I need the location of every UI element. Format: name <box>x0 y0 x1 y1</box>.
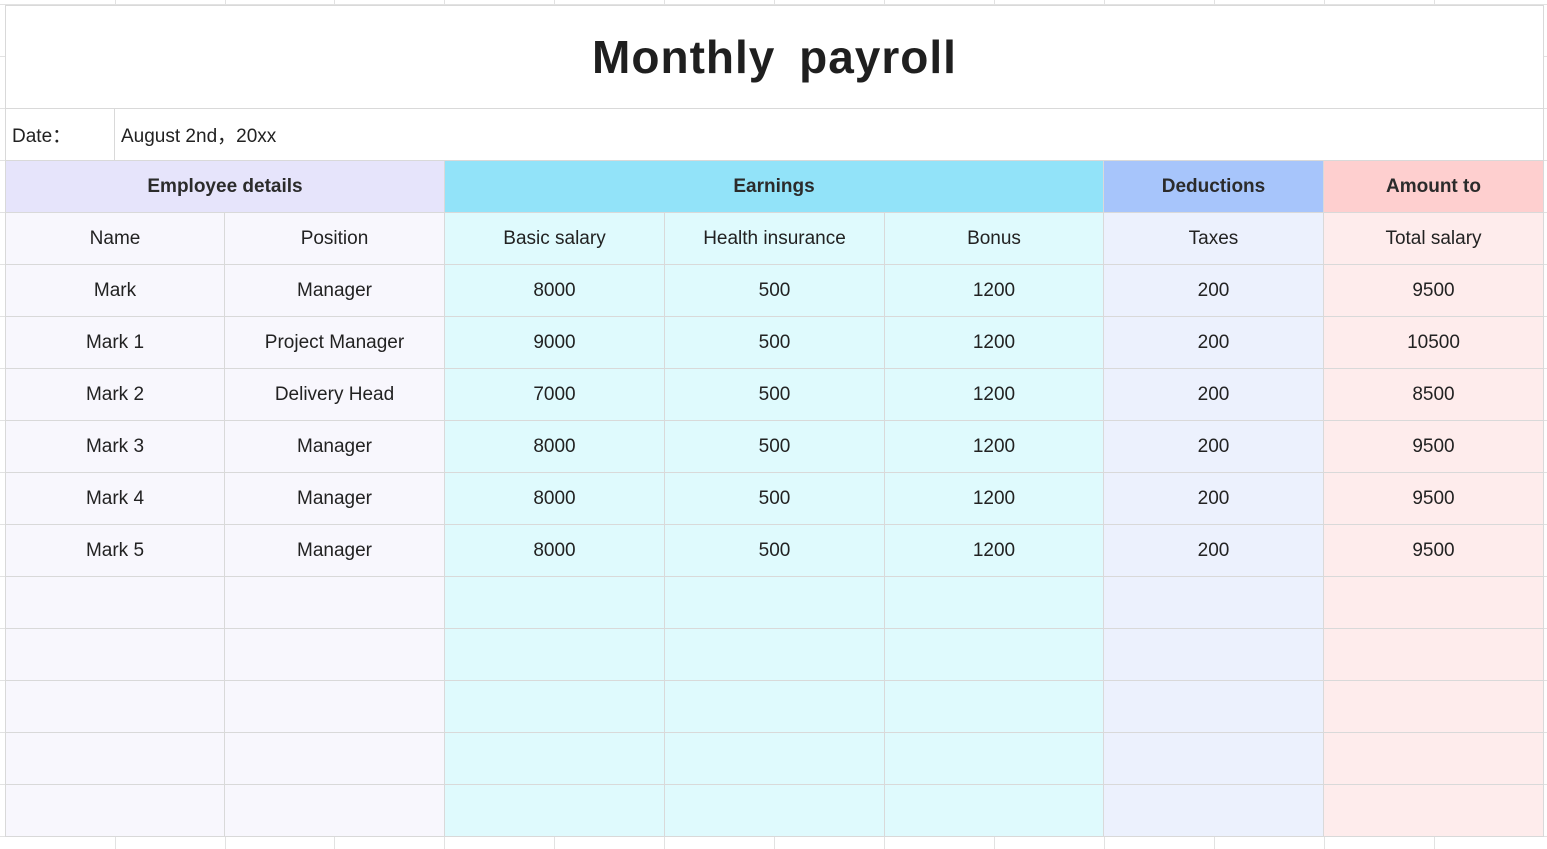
cell-taxes[interactable] <box>1104 785 1324 837</box>
cell-health-insurance[interactable]: 500 <box>665 317 885 369</box>
cell-position[interactable]: Manager <box>225 421 445 473</box>
cell-position[interactable]: Project Manager <box>225 317 445 369</box>
cell-name[interactable]: Mark <box>5 265 225 317</box>
sheet-title[interactable]: Monthly payroll <box>5 5 1544 109</box>
cell-position[interactable] <box>225 733 445 785</box>
cell-bonus[interactable]: 1200 <box>885 473 1104 525</box>
cell-name[interactable]: Mark 1 <box>5 317 225 369</box>
cell-health-insurance[interactable]: 500 <box>665 369 885 421</box>
cell-position[interactable] <box>225 785 445 837</box>
group-header-employee-details[interactable]: Employee details <box>5 161 445 213</box>
cell-name[interactable] <box>5 577 225 629</box>
cell-basic-salary[interactable]: 8000 <box>445 421 665 473</box>
group-header-amount-to[interactable]: Amount to <box>1324 161 1544 213</box>
column-header-name[interactable]: Name <box>5 213 225 265</box>
cell-name[interactable] <box>5 681 225 733</box>
cell-bonus[interactable]: 1200 <box>885 525 1104 577</box>
cell-health-insurance[interactable] <box>665 733 885 785</box>
column-header-health-insurance[interactable]: Health insurance <box>665 213 885 265</box>
cell-total-salary[interactable] <box>1324 785 1544 837</box>
cell-name[interactable]: Mark 2 <box>5 369 225 421</box>
cell-total-salary[interactable]: 9500 <box>1324 265 1544 317</box>
cell-basic-salary[interactable]: 8000 <box>445 525 665 577</box>
cell-position[interactable]: Manager <box>225 525 445 577</box>
cell-bonus[interactable]: 1200 <box>885 421 1104 473</box>
cell-basic-salary[interactable]: 8000 <box>445 265 665 317</box>
column-header-position[interactable]: Position <box>225 213 445 265</box>
column-header-total-salary[interactable]: Total salary <box>1324 213 1544 265</box>
cell-taxes[interactable]: 200 <box>1104 421 1324 473</box>
cell-health-insurance[interactable] <box>665 681 885 733</box>
cell-basic-salary[interactable] <box>445 577 665 629</box>
cell-total-salary[interactable]: 9500 <box>1324 473 1544 525</box>
cell-bonus[interactable] <box>885 785 1104 837</box>
cell-total-salary[interactable] <box>1324 733 1544 785</box>
cell-name[interactable] <box>5 733 225 785</box>
cell-total-salary[interactable] <box>1324 577 1544 629</box>
cell-bonus[interactable] <box>885 577 1104 629</box>
cell-taxes[interactable]: 200 <box>1104 265 1324 317</box>
cell-taxes[interactable] <box>1104 681 1324 733</box>
date-value[interactable]: August 2nd，20xx <box>115 109 1544 161</box>
cell-position[interactable] <box>225 681 445 733</box>
date-label[interactable]: Date： <box>5 109 115 161</box>
cell-basic-salary[interactable]: 8000 <box>445 473 665 525</box>
cell-position[interactable] <box>225 629 445 681</box>
cell-name[interactable] <box>5 629 225 681</box>
cell-basic-salary[interactable]: 7000 <box>445 369 665 421</box>
group-header-deductions[interactable]: Deductions <box>1104 161 1324 213</box>
cell-health-insurance[interactable] <box>665 629 885 681</box>
cell-basic-salary[interactable]: 9000 <box>445 317 665 369</box>
column-header-basic-salary[interactable]: Basic salary <box>445 213 665 265</box>
cell-total-salary[interactable] <box>1324 629 1544 681</box>
cell-total-salary[interactable]: 8500 <box>1324 369 1544 421</box>
cell-position[interactable] <box>225 577 445 629</box>
column-header-bonus[interactable]: Bonus <box>885 213 1104 265</box>
cell-bonus[interactable]: 1200 <box>885 369 1104 421</box>
cell-basic-salary[interactable] <box>445 629 665 681</box>
cell-taxes[interactable]: 200 <box>1104 317 1324 369</box>
cell-total-salary[interactable] <box>1324 681 1544 733</box>
cell-taxes[interactable]: 200 <box>1104 369 1324 421</box>
cell-health-insurance[interactable]: 500 <box>665 265 885 317</box>
group-header-earnings[interactable]: Earnings <box>445 161 1104 213</box>
cell-total-salary[interactable]: 9500 <box>1324 525 1544 577</box>
cell-basic-salary[interactable] <box>445 681 665 733</box>
cell-health-insurance[interactable]: 500 <box>665 473 885 525</box>
cell-position[interactable]: Manager <box>225 265 445 317</box>
cell-taxes[interactable]: 200 <box>1104 473 1324 525</box>
cell-bonus[interactable]: 1200 <box>885 265 1104 317</box>
cell-position[interactable]: Delivery Head <box>225 369 445 421</box>
cell-health-insurance[interactable] <box>665 785 885 837</box>
cell-bonus[interactable]: 1200 <box>885 317 1104 369</box>
column-header-taxes[interactable]: Taxes <box>1104 213 1324 265</box>
cell-health-insurance[interactable] <box>665 577 885 629</box>
cell-health-insurance[interactable]: 500 <box>665 421 885 473</box>
cell-taxes[interactable] <box>1104 629 1324 681</box>
cell-basic-salary[interactable] <box>445 785 665 837</box>
cell-total-salary[interactable]: 10500 <box>1324 317 1544 369</box>
cell-bonus[interactable] <box>885 629 1104 681</box>
cell-taxes[interactable]: 200 <box>1104 525 1324 577</box>
cell-name[interactable]: Mark 5 <box>5 525 225 577</box>
cell-name[interactable]: Mark 3 <box>5 421 225 473</box>
cell-taxes[interactable] <box>1104 733 1324 785</box>
cell-basic-salary[interactable] <box>445 733 665 785</box>
cell-bonus[interactable] <box>885 681 1104 733</box>
cell-total-salary[interactable]: 9500 <box>1324 421 1544 473</box>
cell-name[interactable] <box>5 785 225 837</box>
cell-taxes[interactable] <box>1104 577 1324 629</box>
cell-bonus[interactable] <box>885 733 1104 785</box>
cell-health-insurance[interactable]: 500 <box>665 525 885 577</box>
cell-name[interactable]: Mark 4 <box>5 473 225 525</box>
cell-position[interactable]: Manager <box>225 473 445 525</box>
